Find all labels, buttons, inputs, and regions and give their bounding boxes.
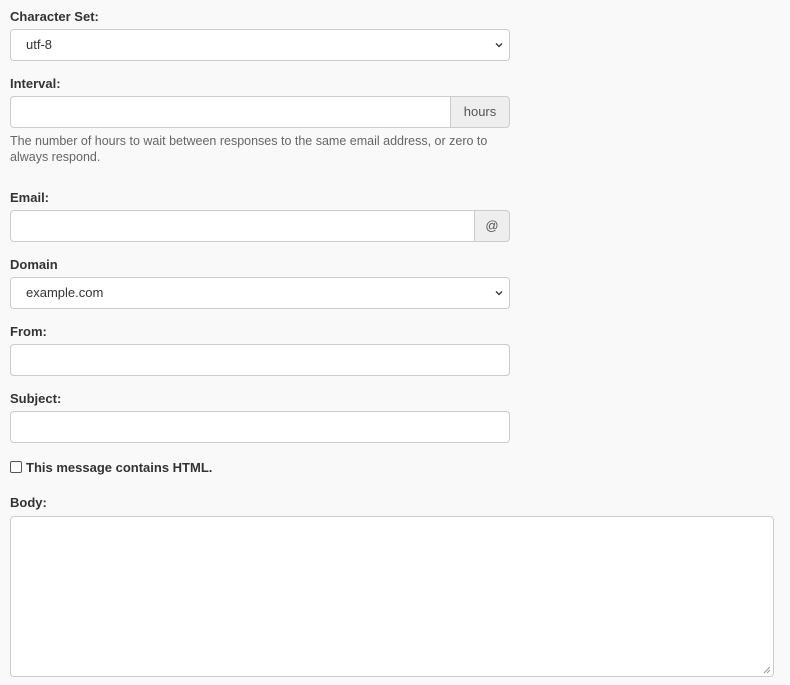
chevron-down-icon bbox=[495, 291, 503, 296]
email-input-group: @ bbox=[10, 210, 510, 242]
html-checkbox[interactable] bbox=[10, 461, 22, 473]
interval-input-group: hours bbox=[10, 96, 510, 128]
from-input[interactable] bbox=[10, 344, 510, 376]
email-label: Email: bbox=[10, 190, 50, 205]
interval-help-text: The number of hours to wait between resp… bbox=[10, 134, 488, 164]
domain-label: Domain bbox=[10, 257, 58, 272]
interval-label: Interval: bbox=[10, 76, 61, 91]
html-checkbox-row[interactable]: This message contains HTML. bbox=[10, 459, 212, 475]
subject-label: Subject: bbox=[10, 391, 62, 406]
resize-grip-icon[interactable] bbox=[762, 665, 771, 674]
autoresponder-form: Character Set: utf-8 Interval: hours The… bbox=[0, 0, 790, 685]
html-checkbox-label[interactable]: This message contains HTML. bbox=[26, 460, 212, 475]
chevron-down-icon bbox=[495, 43, 503, 48]
at-sign-addon: @ bbox=[474, 210, 510, 242]
interval-hours-addon: hours bbox=[450, 96, 510, 128]
domain-select[interactable]: example.com bbox=[10, 277, 510, 309]
domain-value: example.com bbox=[26, 285, 104, 300]
from-label: From: bbox=[10, 324, 47, 339]
email-input[interactable] bbox=[10, 210, 474, 242]
interval-input[interactable] bbox=[10, 96, 450, 128]
body-label: Body: bbox=[10, 495, 47, 510]
character-set-value: utf-8 bbox=[26, 37, 53, 52]
body-textarea[interactable] bbox=[10, 516, 774, 677]
character-set-label: Character Set: bbox=[10, 9, 99, 24]
subject-input[interactable] bbox=[10, 411, 510, 443]
character-set-select[interactable]: utf-8 bbox=[10, 29, 510, 61]
